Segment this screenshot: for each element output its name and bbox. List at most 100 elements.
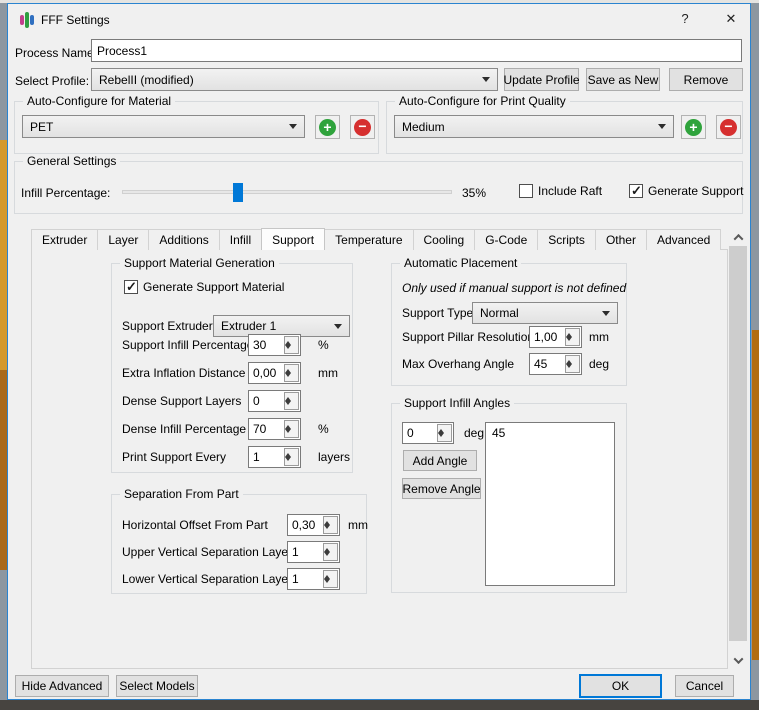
spinner-down-icon[interactable]	[285, 401, 291, 409]
add-angle-button[interactable]: Add Angle	[403, 450, 477, 471]
add-material-button[interactable]: +	[315, 115, 340, 139]
tab-scripts[interactable]: Scripts	[537, 229, 596, 250]
spinner-value[interactable]: 70	[249, 419, 283, 439]
add-quality-button[interactable]: +	[681, 115, 706, 139]
infill-slider[interactable]	[122, 190, 452, 194]
spinner-value[interactable]: 1,00	[530, 327, 564, 347]
spinner-down-icon[interactable]	[324, 525, 330, 533]
scrollbar-thumb[interactable]	[729, 246, 747, 641]
angle-list-item[interactable]: 45	[486, 423, 614, 443]
spinner-value[interactable]: 30	[249, 335, 283, 355]
spinner-value[interactable]: 0	[403, 423, 436, 443]
material-select[interactable]: PET	[22, 115, 305, 138]
spinner-arrows[interactable]	[284, 364, 299, 382]
support-pillar-resolution-spinner[interactable]: 1,00	[529, 326, 582, 348]
update-profile-button[interactable]: Update Profile	[504, 68, 579, 91]
select-models-button[interactable]: Select Models	[116, 675, 198, 697]
spinner-value[interactable]: 0	[249, 391, 283, 411]
spinner-down-icon[interactable]	[285, 345, 291, 353]
horizontal-offset-spinner[interactable]: 0,30	[287, 514, 340, 536]
spinner-value[interactable]: 1	[288, 542, 322, 562]
spinner-up-icon[interactable]	[285, 393, 291, 401]
tab-temperature[interactable]: Temperature	[324, 229, 413, 250]
process-name-input[interactable]	[91, 39, 742, 62]
spinner-down-icon[interactable]	[324, 579, 330, 587]
angle-spinner[interactable]: 0	[402, 422, 454, 444]
spinner-arrows[interactable]	[565, 328, 580, 346]
spinner-down-icon[interactable]	[285, 373, 291, 381]
spinner-arrows[interactable]	[284, 392, 299, 410]
extra-inflation-distance-spinner[interactable]: 0,00	[248, 362, 301, 384]
tab-infill[interactable]: Infill	[219, 229, 262, 250]
scroll-up-icon[interactable]	[728, 229, 748, 246]
dense-support-layers-spinner[interactable]: 0	[248, 390, 301, 412]
spinner-arrows[interactable]	[284, 420, 299, 438]
spinner-down-icon[interactable]	[285, 429, 291, 437]
title-bar[interactable]: FFF Settings ? ✕	[8, 4, 750, 33]
spinner-arrows[interactable]	[565, 355, 580, 373]
spinner-up-icon[interactable]	[285, 337, 291, 345]
lower-vertical-separation-spinner[interactable]: 1	[287, 568, 340, 590]
support-infill-percentage-spinner[interactable]: 30	[248, 334, 301, 356]
scroll-down-icon[interactable]	[728, 652, 748, 669]
include-raft-checkbox-row[interactable]: Include Raft	[519, 184, 602, 198]
spinner-value[interactable]: 0,30	[288, 515, 322, 535]
tab-cooling[interactable]: Cooling	[413, 229, 476, 250]
max-overhang-angle-spinner[interactable]: 45	[529, 353, 582, 375]
tab-extruder[interactable]: Extruder	[31, 229, 98, 250]
profile-select[interactable]: RebelII (modified)	[91, 68, 498, 91]
infill-slider-handle[interactable]	[233, 183, 243, 202]
spinner-value[interactable]: 0,00	[249, 363, 283, 383]
generate-support-checkbox-row[interactable]: Generate Support	[629, 184, 743, 198]
generate-support-checkbox[interactable]	[629, 184, 643, 198]
tab-advanced[interactable]: Advanced	[646, 229, 721, 250]
dense-infill-percentage-spinner[interactable]: 70	[248, 418, 301, 440]
tab-other[interactable]: Other	[595, 229, 647, 250]
angle-list[interactable]: 45	[485, 422, 615, 586]
spinner-arrows[interactable]	[284, 336, 299, 354]
save-as-new-button[interactable]: Save as New	[586, 68, 660, 91]
support-type-select[interactable]: Normal	[472, 302, 618, 324]
generate-support-material-checkbox-row[interactable]: Generate Support Material	[124, 280, 284, 294]
spinner-down-icon[interactable]	[566, 364, 572, 372]
spinner-up-icon[interactable]	[438, 425, 444, 433]
remove-material-button[interactable]: −	[350, 115, 375, 139]
spinner-arrows[interactable]	[323, 543, 338, 561]
spinner-arrows[interactable]	[437, 424, 452, 442]
spinner-up-icon[interactable]	[285, 365, 291, 373]
spinner-down-icon[interactable]	[285, 457, 291, 465]
hide-advanced-button[interactable]: Hide Advanced	[15, 675, 109, 697]
spinner-value[interactable]: 1	[249, 447, 283, 467]
include-raft-checkbox[interactable]	[519, 184, 533, 198]
spinner-up-icon[interactable]	[324, 517, 330, 525]
spinner-value[interactable]: 1	[288, 569, 322, 589]
spinner-up-icon[interactable]	[324, 544, 330, 552]
upper-vertical-separation-spinner[interactable]: 1	[287, 541, 340, 563]
spinner-up-icon[interactable]	[566, 329, 572, 337]
ok-button[interactable]: OK	[579, 674, 662, 698]
panel-scrollbar[interactable]	[728, 229, 748, 669]
spinner-down-icon[interactable]	[324, 552, 330, 560]
spinner-value[interactable]: 45	[530, 354, 564, 374]
generate-support-material-checkbox[interactable]	[124, 280, 138, 294]
quality-select[interactable]: Medium	[394, 115, 674, 138]
spinner-arrows[interactable]	[284, 448, 299, 466]
close-button[interactable]: ✕	[716, 8, 746, 30]
spinner-down-icon[interactable]	[566, 337, 572, 345]
spinner-down-icon[interactable]	[438, 433, 444, 441]
spinner-up-icon[interactable]	[285, 421, 291, 429]
tab-support[interactable]: Support	[261, 228, 325, 250]
spinner-arrows[interactable]	[323, 516, 338, 534]
spinner-up-icon[interactable]	[285, 449, 291, 457]
remove-quality-button[interactable]: −	[716, 115, 741, 139]
tab-gcode[interactable]: G-Code	[474, 229, 538, 250]
cancel-button[interactable]: Cancel	[675, 675, 734, 697]
tab-layer[interactable]: Layer	[97, 229, 149, 250]
spinner-up-icon[interactable]	[566, 356, 572, 364]
help-button[interactable]: ?	[670, 8, 700, 30]
print-support-every-spinner[interactable]: 1	[248, 446, 301, 468]
remove-angle-button[interactable]: Remove Angle	[402, 478, 481, 499]
remove-profile-button[interactable]: Remove	[669, 68, 743, 91]
spinner-up-icon[interactable]	[324, 571, 330, 579]
spinner-arrows[interactable]	[323, 570, 338, 588]
